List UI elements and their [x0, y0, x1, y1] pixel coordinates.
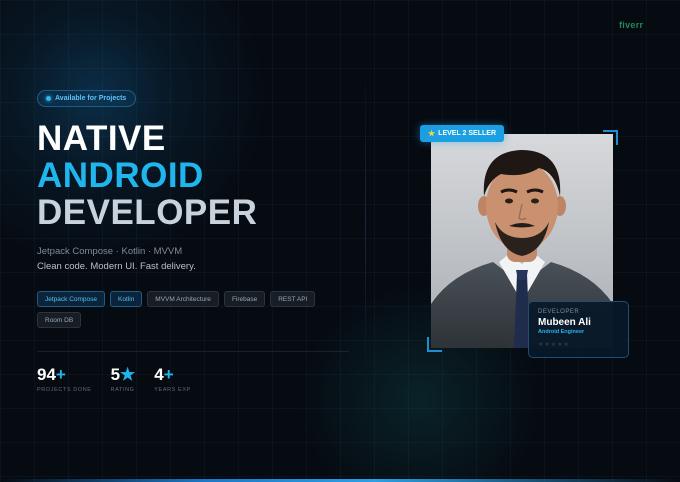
- stat-value: 94: [37, 365, 56, 384]
- headline-line-2: ANDROID: [37, 156, 204, 195]
- seller-level-label: LEVEL 2 SELLER: [438, 130, 497, 137]
- portfolio-banner: fiverr Available for Projects NATIVE AND…: [0, 0, 680, 482]
- tech-stack-text: Jetpack Compose · Kotlin · MVVM: [37, 246, 183, 257]
- star-icon: ★: [428, 129, 436, 138]
- availability-label: Available for Projects: [55, 95, 127, 102]
- stat-label: YEARS EXP: [154, 387, 191, 393]
- stat-label: RATING: [110, 387, 135, 393]
- skill-tag: REST API: [270, 291, 316, 307]
- skill-tag: Kotlin: [110, 291, 143, 307]
- skill-tag: Jetpack Compose: [37, 291, 106, 307]
- profile-name: Mubeen Ali: [538, 317, 591, 328]
- profile-title: Android Engineer: [538, 329, 585, 335]
- stat-rating: 5★ RATING: [111, 365, 136, 393]
- profile-role: DEVELOPER: [538, 309, 580, 315]
- frame-corner-bottom-left: [427, 337, 442, 352]
- stat-suffix: +: [55, 365, 66, 384]
- rating-stars-icon: ★★★★★: [538, 342, 570, 348]
- headline-line-3: DEVELOPER: [37, 193, 258, 232]
- stat-suffix-star-icon: ★: [120, 365, 136, 384]
- horizontal-divider: [37, 351, 349, 352]
- status-dot-icon: [46, 96, 51, 101]
- frame-corner-top-right: [603, 130, 618, 145]
- pitch-text: Clean code. Modern UI. Fast delivery.: [37, 261, 196, 272]
- profile-card: DEVELOPER Mubeen Ali Android Engineer ★★…: [528, 301, 629, 358]
- seller-level-badge: ★ LEVEL 2 SELLER: [420, 125, 505, 142]
- stat-projects: 94+ PROJECTS DONE: [37, 365, 92, 393]
- availability-badge: Available for Projects: [37, 90, 137, 107]
- skill-tags: Jetpack Compose Kotlin MVVM Architecture…: [37, 291, 357, 328]
- headline-line-1: NATIVE: [37, 119, 166, 158]
- skill-tag: Room DB: [37, 312, 82, 328]
- stat-suffix: +: [163, 365, 174, 384]
- skill-tag: Firebase: [223, 291, 266, 307]
- headline: NATIVE ANDROID DEVELOPER: [37, 120, 257, 231]
- stat-label: PROJECTS DONE: [37, 387, 92, 393]
- brand-logo: fiverr: [619, 20, 644, 30]
- subtitle: Jetpack Compose · Kotlin · MVVM Clean co…: [37, 244, 196, 274]
- stat-experience: 4+ YEARS EXP: [154, 365, 191, 393]
- stat-value: 4: [154, 365, 164, 384]
- stats-row: 94+ PROJECTS DONE 5★ RATING 4+ YEARS EXP: [37, 365, 191, 393]
- stat-value: 5: [110, 365, 121, 384]
- vertical-divider: [365, 70, 366, 370]
- skill-tag: MVVM Architecture: [147, 291, 219, 307]
